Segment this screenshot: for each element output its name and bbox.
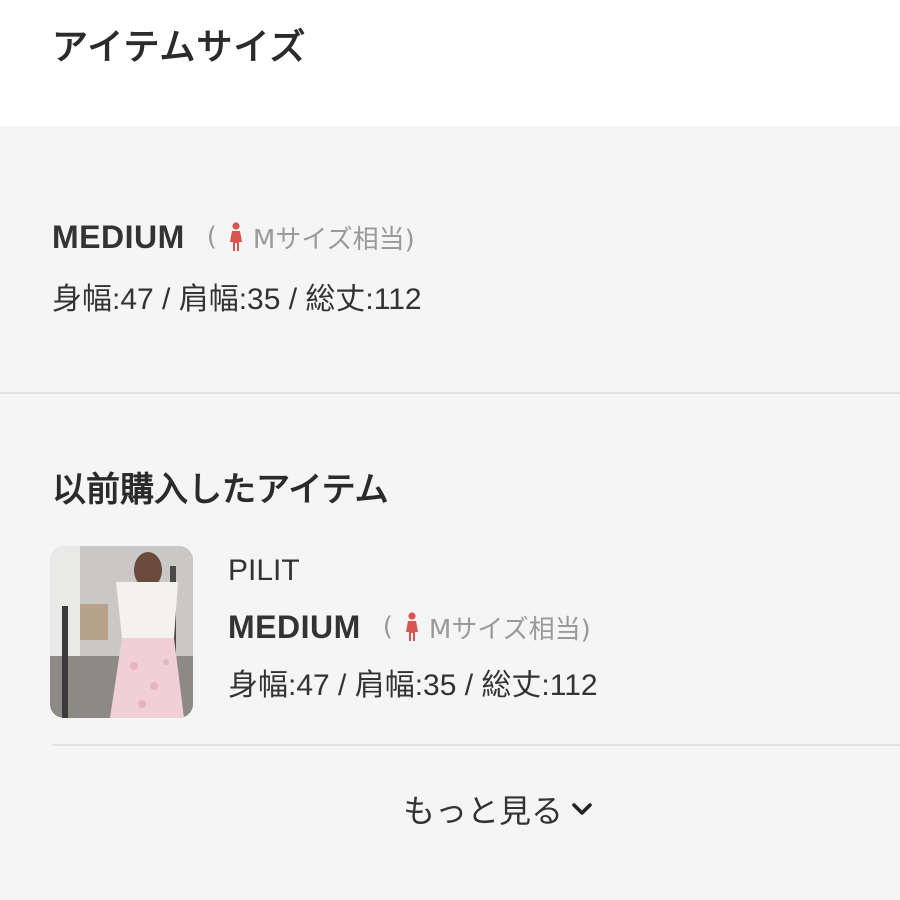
show-more-button[interactable]: もっと見る bbox=[403, 786, 593, 832]
item-size-name: MEDIUM bbox=[228, 608, 361, 645]
chevron-down-icon bbox=[572, 803, 592, 815]
current-size-block: MEDIUM ( Mサイズ相当) 身幅:47 / 肩幅:35 / 総丈:112 bbox=[52, 214, 892, 318]
show-more-container: もっと見る bbox=[0, 786, 900, 832]
brand-name: PILIT bbox=[228, 554, 300, 587]
size-panel: MEDIUM ( Mサイズ相当) 身幅:47 / 肩幅:35 / 総丈:112 … bbox=[0, 126, 900, 900]
item-equiv-open-paren: ( bbox=[382, 612, 393, 642]
equiv-open-paren: ( bbox=[206, 222, 217, 252]
item-photo-image bbox=[50, 546, 193, 718]
previous-items-title: 以前購入したアイテム bbox=[52, 470, 389, 510]
show-more-label: もっと見る bbox=[402, 792, 563, 830]
page-title: アイテムサイズ bbox=[52, 27, 307, 68]
woman-icon bbox=[229, 222, 242, 251]
item-thumbnail[interactable] bbox=[50, 546, 193, 718]
woman-icon bbox=[405, 612, 418, 641]
item-equiv-label: Mサイズ相当) bbox=[428, 614, 591, 645]
size-name: MEDIUM bbox=[52, 218, 185, 255]
item-size-row: MEDIUM ( Mサイズ相当) bbox=[228, 604, 888, 650]
item-size-equivalent: ( Mサイズ相当) bbox=[383, 609, 591, 646]
header: アイテムサイズ bbox=[0, 0, 900, 126]
item-measurements: 身幅:47 / 肩幅:35 / 総丈:112 bbox=[228, 669, 598, 702]
size-equivalent: ( Mサイズ相当) bbox=[207, 219, 415, 256]
divider bbox=[52, 744, 900, 746]
size-row: MEDIUM ( Mサイズ相当) bbox=[52, 214, 892, 260]
equiv-label: Mサイズ相当) bbox=[252, 224, 415, 255]
measurements: 身幅:47 / 肩幅:35 / 総丈:112 bbox=[52, 283, 422, 316]
item-info[interactable]: PILIT MEDIUM ( Mサイズ相当) 身幅:47 / 肩幅:35 / 総… bbox=[228, 554, 888, 704]
divider bbox=[0, 392, 900, 394]
